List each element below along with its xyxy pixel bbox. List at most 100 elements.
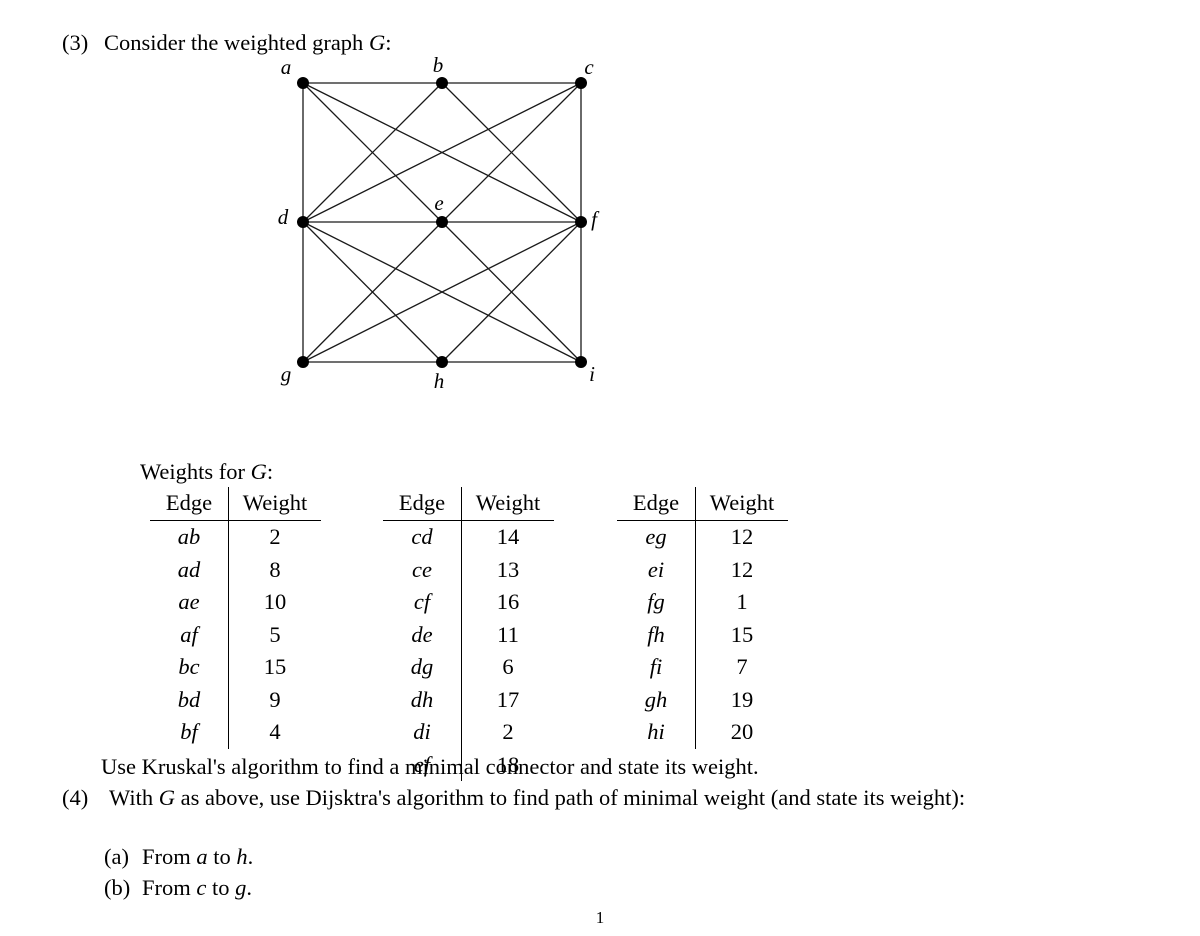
question-4-part2: as above, use Dijsktra's algorithm to fi… [174, 785, 966, 810]
cell-weight-ae: 10 [263, 589, 287, 615]
cell-edge-eg: eg [617, 520, 696, 554]
graph-vertex-d [297, 216, 309, 228]
table-row: ce 13 [383, 553, 554, 587]
table-row: cd 14 [383, 520, 554, 554]
table-row: ae 10 [150, 586, 321, 619]
question-4-subitem-a: (a) From a to h. [104, 842, 253, 873]
table-row: de 11 [383, 618, 554, 652]
cell-weight-de: 11 [497, 621, 519, 647]
subitem-text-before: From [142, 844, 197, 869]
cell-edge-ce: ce [383, 553, 462, 587]
cell-edge-cd: cd [383, 520, 462, 554]
graph-svg: a b c d e f g h i [278, 53, 600, 393]
column-header-edge: Edge [383, 487, 462, 522]
weights-table-3: Edge Weight eg 12 ei 12 fg 1 fh 15 fi 7 gh 19 hi 20 [617, 487, 788, 749]
graph-vertex-e [436, 216, 448, 228]
subitem-text-mid: to [206, 874, 236, 900]
question-3-label: (3) [62, 30, 89, 55]
column-header-edge: Edge [617, 487, 696, 522]
kruskal-instruction: Use Kruskal's algorithm to find a minima… [101, 754, 759, 779]
cell-edge-ab: ab [150, 520, 229, 554]
subitem-source-vertex: a [196, 844, 208, 869]
cell-edge-fi: fi [617, 651, 696, 684]
table-header-row: Edge Weight [617, 487, 788, 522]
table-row: dh 17 [383, 683, 554, 717]
question-4-part1: With [109, 785, 159, 810]
cell-edge-ei: ei [617, 553, 696, 587]
cell-weight-fi: 7 [736, 654, 748, 680]
weights-caption: Weights for G: [140, 459, 273, 485]
cell-weight-dh: 17 [496, 686, 520, 712]
subitem-text-after: . [246, 874, 253, 900]
cell-edge-dg: dg [383, 651, 462, 684]
cell-edge-bc: bc [150, 651, 229, 684]
cell-weight-ab: 2 [269, 524, 281, 550]
table-row: gh 19 [617, 683, 788, 717]
graph-vertex-label-h: h [434, 369, 445, 393]
subitem-text-after: . [247, 844, 254, 869]
table-row: ab 2 [150, 520, 321, 554]
graph-vertex-f [575, 216, 587, 228]
column-header-weight: Weight [461, 487, 554, 522]
table-row: eg 12 [617, 520, 788, 554]
column-header-edge: Edge [150, 487, 229, 522]
cell-edge-af: af [150, 618, 229, 652]
cell-weight-cd: 14 [496, 524, 520, 550]
question-4-graph-symbol: G [158, 785, 175, 810]
subitem-label: (a) [104, 844, 129, 869]
question-4-body: With G as above, use Dijsktra's algorith… [109, 783, 1092, 814]
subitem-source-vertex: c [196, 874, 207, 900]
weights-caption-graph-symbol: G [250, 459, 267, 484]
cell-edge-ad: ad [150, 553, 229, 587]
subitem-label: (b) [104, 874, 131, 900]
cell-weight-ei: 12 [730, 556, 754, 582]
cell-weight-bf: 4 [269, 719, 281, 745]
weights-table-2: Edge Weight cd 14 ce 13 cf 16 de 11 dg 6 dh 17 di 2 ef 18 [383, 487, 554, 782]
weights-caption-text: Weights for [140, 459, 251, 484]
cell-weight-hi: 20 [730, 719, 754, 745]
weighted-graph-figure: a b c d e f g h i [258, 52, 638, 402]
cell-edge-de: de [383, 618, 462, 652]
cell-edge-cf: cf [383, 586, 462, 619]
cell-weight-di: 2 [502, 719, 514, 745]
cell-weight-eg: 12 [730, 524, 754, 550]
subitem-target-vertex: h [236, 844, 248, 869]
subitem-text-mid: to [207, 844, 237, 869]
question-4: (4) With G as above, use Dijsktra's algo… [62, 783, 1092, 814]
weights-table-1: Edge Weight ab 2 ad 8 ae 10 af 5 bc 15 bd 9 bf 4 [150, 487, 321, 749]
table-row: fg 1 [617, 586, 788, 619]
column-header-weight: Weight [228, 487, 321, 522]
graph-vertex-a [297, 77, 309, 89]
table-row: ad 8 [150, 553, 321, 587]
table-row: fi 7 [617, 651, 788, 684]
cell-weight-dg: 6 [502, 654, 514, 680]
cell-weight-fh: 15 [730, 621, 754, 647]
cell-weight-ce: 13 [496, 556, 520, 582]
graph-vertex-label-d: d [278, 205, 289, 229]
table-row: fh 15 [617, 618, 788, 652]
cell-edge-fh: fh [617, 618, 696, 652]
cell-edge-fg: fg [617, 586, 696, 619]
page-number: 1 [595, 908, 605, 927]
graph-vertex-label-i: i [589, 362, 595, 386]
cell-edge-ae: ae [150, 586, 229, 619]
document-page: (3) Consider the weighted graph G: abcdef… [0, 0, 1200, 936]
cell-weight-af: 5 [269, 621, 281, 647]
table-row: bf 4 [150, 716, 321, 749]
question-4-subitem-b: (b) From c to g. [104, 873, 253, 904]
cell-weight-bc: 15 [263, 654, 287, 680]
table-row: hi 20 [617, 716, 788, 749]
cell-weight-gh: 19 [730, 686, 754, 712]
cell-edge-di: di [383, 716, 462, 749]
cell-edge-bf: bf [150, 716, 229, 749]
cell-weight-bd: 9 [269, 686, 281, 712]
table-row: af 5 [150, 618, 321, 652]
table-row: dg 6 [383, 651, 554, 684]
graph-vertex-label-f: f [591, 207, 600, 231]
graph-vertex-label-b: b [433, 53, 444, 77]
table-row: ei 12 [617, 553, 788, 587]
cell-edge-bd: bd [150, 683, 229, 717]
graph-vertex-b [436, 77, 448, 89]
graph-vertex-label-a: a [281, 55, 292, 79]
table-header-row: Edge Weight [150, 487, 321, 522]
